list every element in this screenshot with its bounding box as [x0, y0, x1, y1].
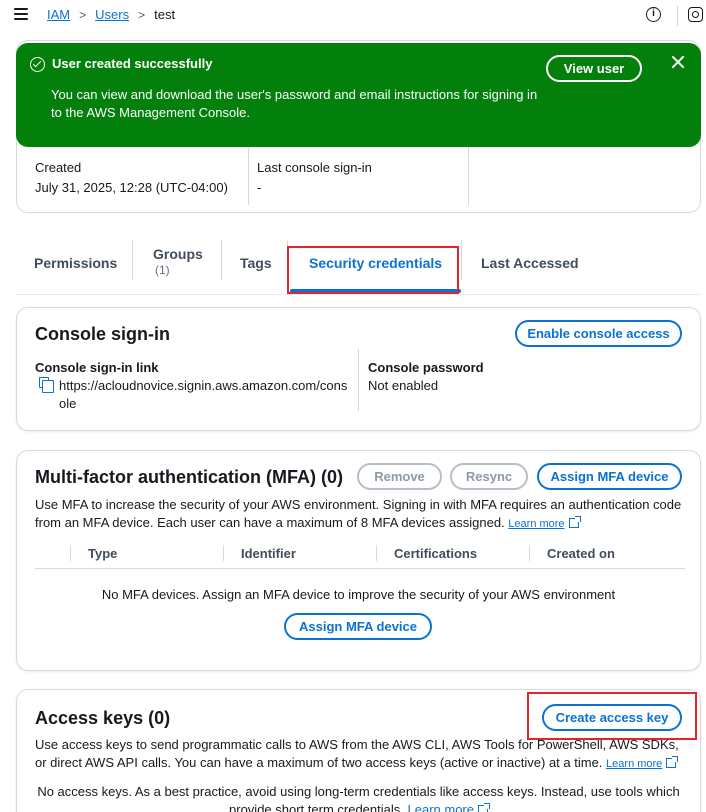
- tab-label: Last Accessed: [481, 255, 579, 271]
- divider: [468, 145, 469, 205]
- access-keys-description-text: Use access keys to send programmatic cal…: [35, 737, 679, 770]
- breadcrumb-iam[interactable]: IAM: [47, 7, 70, 22]
- divider: [677, 6, 678, 26]
- access-keys-title: Access keys (0): [35, 708, 171, 728]
- tab-permissions[interactable]: Permissions: [16, 238, 132, 294]
- mfa-title: Multi-factor authentication (MFA) (0): [35, 467, 343, 487]
- divider: [358, 349, 359, 411]
- divider: [223, 545, 224, 561]
- breadcrumb-current: test: [154, 7, 176, 22]
- signin-link-value-wrap: ole: [59, 396, 77, 411]
- column-certifications[interactable]: Certifications: [394, 546, 477, 561]
- access-keys-empty-text: provide short term credentials.: [229, 802, 404, 812]
- console-signin-title: Console sign-in: [35, 324, 170, 344]
- divider: [16, 294, 701, 295]
- last-signin-label: Last console sign-in: [257, 160, 372, 175]
- tab-label: Groups: [153, 246, 203, 262]
- menu-icon[interactable]: [14, 8, 28, 20]
- signin-link-label: Console sign-in link: [35, 360, 159, 375]
- mfa-description-text: Use MFA to increase the security of your…: [35, 497, 682, 530]
- access-keys-empty-line-1: No access keys. As a best practice, avoi…: [37, 784, 680, 799]
- view-user-button[interactable]: View user: [546, 55, 642, 82]
- gear-icon[interactable]: [688, 7, 703, 22]
- flash-message: You can view and download the user's pas…: [51, 87, 538, 120]
- mfa-learn-more-link[interactable]: Learn more: [508, 518, 564, 530]
- remove-button[interactable]: Remove: [357, 463, 442, 490]
- tab-tags[interactable]: Tags: [222, 238, 287, 294]
- breadcrumb-users[interactable]: Users: [95, 7, 129, 22]
- external-link-icon: [666, 756, 679, 768]
- tab-count: (1): [155, 263, 170, 277]
- signin-link-value: https://acloudnovice.signin.aws.amazon.c…: [59, 378, 348, 393]
- close-icon[interactable]: [671, 55, 685, 69]
- mfa-description: Use MFA to increase the security of your…: [35, 496, 685, 533]
- check-circle-icon: [30, 57, 45, 72]
- column-identifier[interactable]: Identifier: [241, 546, 296, 561]
- highlight-annotation: [527, 692, 697, 740]
- external-link-icon: [477, 803, 490, 812]
- divider: [529, 545, 530, 561]
- divider: [248, 145, 249, 205]
- console-password-label: Console password: [368, 360, 484, 375]
- mfa-card: Multi-factor authentication (MFA) (0) Re…: [16, 450, 701, 671]
- copy-icon[interactable]: [39, 377, 54, 393]
- console-password-value: Not enabled: [368, 378, 439, 393]
- highlight-annotation: [287, 246, 459, 294]
- assign-mfa-device-button[interactable]: Assign MFA device: [537, 463, 682, 490]
- divider: [376, 545, 377, 561]
- tab-label: Tags: [240, 255, 272, 271]
- access-keys-learn-more-link[interactable]: Learn more: [606, 758, 662, 770]
- enable-console-access-button[interactable]: Enable console access: [515, 320, 682, 347]
- flash-title: User created successfully: [52, 56, 213, 71]
- access-keys-description: Use access keys to send programmatic cal…: [35, 736, 685, 773]
- external-link-icon: [568, 516, 581, 528]
- chevron-right-icon: >: [79, 7, 87, 22]
- tab-label: Permissions: [34, 255, 118, 271]
- access-keys-empty-message: No access keys. As a best practice, avoi…: [17, 783, 700, 812]
- created-label: Created: [35, 160, 82, 175]
- access-keys-empty-learn-more-link[interactable]: Learn more: [408, 802, 474, 812]
- resync-button[interactable]: Resync: [450, 463, 528, 490]
- column-created-on[interactable]: Created on: [547, 546, 615, 561]
- tab-last-accessed[interactable]: Last Accessed: [462, 238, 592, 294]
- chevron-right-icon: >: [138, 7, 146, 22]
- top-bar: IAM > Users > test i: [0, 0, 706, 32]
- mfa-empty-message: No MFA devices. Assign an MFA device to …: [101, 587, 616, 602]
- created-value: July 31, 2025, 12:28 (UTC-04:00): [35, 180, 228, 195]
- last-signin-field: Last console sign-in -: [257, 160, 372, 195]
- column-type[interactable]: Type: [88, 546, 117, 561]
- assign-mfa-device-empty-button[interactable]: Assign MFA device: [284, 613, 432, 640]
- console-signin-card: Console sign-in Enable console access Co…: [16, 307, 701, 431]
- breadcrumb: IAM > Users > test: [47, 7, 175, 22]
- info-icon[interactable]: i: [646, 7, 661, 22]
- access-keys-empty-line-2: provide short term credentials. Learn mo…: [17, 801, 700, 812]
- success-flash: User created successfully You can view a…: [16, 43, 701, 147]
- created-field: Created July 31, 2025, 12:28 (UTC-04:00): [35, 160, 228, 195]
- mfa-table-header: Type Identifier Certifications Created o…: [35, 541, 685, 569]
- divider: [70, 545, 71, 561]
- tab-groups[interactable]: Groups (1): [133, 238, 221, 294]
- last-signin-value: -: [257, 180, 262, 195]
